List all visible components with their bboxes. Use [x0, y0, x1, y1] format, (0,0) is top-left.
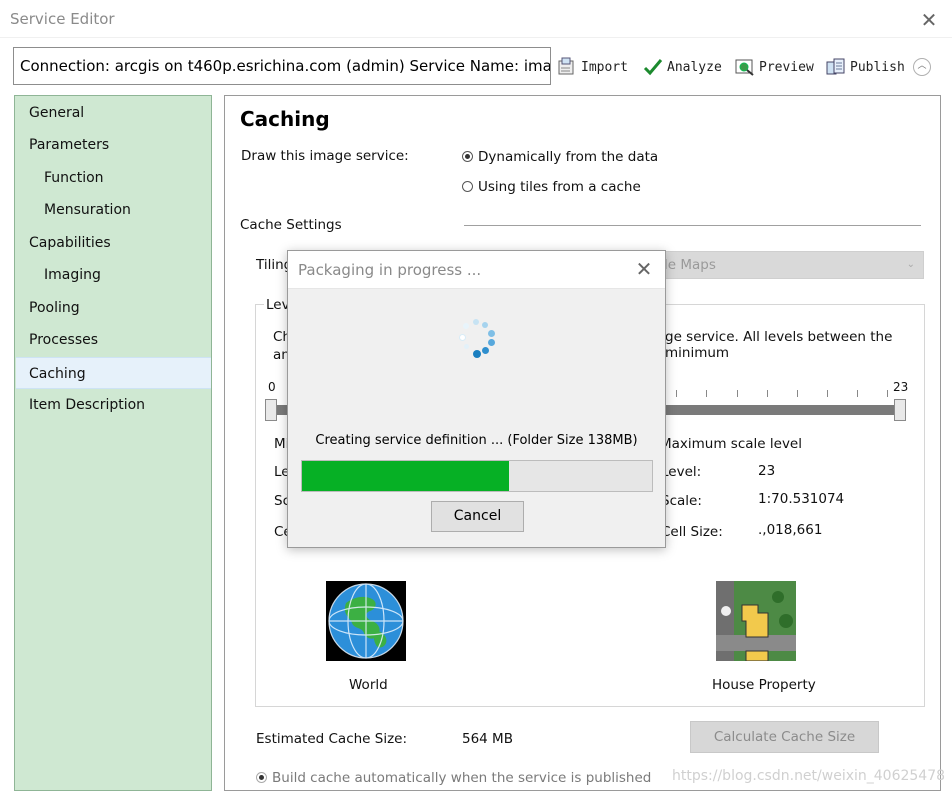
build-cache-radio-icon[interactable]: [256, 772, 267, 783]
max-cellsize-value: .,018,661: [758, 522, 823, 538]
slider-max-handle[interactable]: [894, 399, 906, 421]
tick: [887, 390, 888, 397]
sidebar-item-parameters[interactable]: Parameters: [16, 129, 211, 161]
max-scale-label: Maximum scale level: [660, 436, 802, 452]
tick: [797, 390, 798, 397]
close-icon[interactable]: ✕: [916, 8, 942, 32]
sidebar-item-pooling[interactable]: Pooling: [16, 292, 211, 324]
dialog-status-text: Creating service definition ... (Folder …: [315, 433, 638, 448]
preview-icon: [735, 57, 755, 77]
estimated-size-value: 564 MB: [462, 731, 513, 747]
publish-button[interactable]: Publish: [826, 55, 905, 79]
max-scale-value: 1:70.531074: [758, 491, 845, 507]
slider-min-label: 0: [268, 380, 276, 394]
sidebar-item-mensuration[interactable]: Mensuration: [16, 194, 211, 226]
build-cache-label: Build cache automatically when the servi…: [272, 770, 652, 786]
house-property-image: [716, 581, 796, 662]
max-cellsize-label: Cell Size:: [661, 524, 723, 540]
world-globe-image: [326, 581, 406, 661]
dialog-close-icon[interactable]: ✕: [632, 257, 656, 281]
radio-selected-icon[interactable]: [462, 151, 473, 162]
sidebar-item-capabilities[interactable]: Capabilities: [16, 227, 211, 259]
checkmark-icon: [643, 57, 663, 77]
analyze-button[interactable]: Analyze: [643, 55, 722, 79]
connection-info: Connection: arcgis on t460p.esrichina.co…: [13, 47, 551, 85]
analyze-label: Analyze: [667, 59, 722, 75]
radio-tiles-label: Using tiles from a cache: [478, 179, 641, 195]
sidebar-item-function[interactable]: Function: [16, 162, 211, 194]
house-caption: House Property: [712, 677, 816, 693]
window-title: Service Editor: [10, 10, 115, 28]
max-level-label: Level:: [661, 464, 702, 480]
tick: [737, 390, 738, 397]
cache-settings-label: Cache Settings: [240, 217, 342, 233]
divider: [464, 225, 921, 226]
sidebar-item-caching[interactable]: Caching: [16, 357, 211, 389]
radio-dynamic[interactable]: Dynamically from the data: [462, 149, 658, 165]
tick: [767, 390, 768, 397]
watermark: https://blog.csdn.net/weixin_40625478: [672, 768, 946, 784]
radio-dynamic-label: Dynamically from the data: [478, 149, 659, 165]
import-label: Import: [581, 59, 628, 75]
sidebar-item-item-description[interactable]: Item Description: [16, 389, 211, 421]
dialog-title: Packaging in progress ...: [298, 261, 482, 279]
import-button[interactable]: Import: [557, 55, 628, 79]
page-title: Caching: [240, 107, 330, 131]
estimated-size-label: Estimated Cache Size:: [256, 731, 408, 747]
packaging-dialog: Packaging in progress ... ✕ Creating ser…: [287, 250, 666, 548]
draw-label: Draw this image service:: [241, 148, 409, 164]
sidebar: General Parameters Function Mensuration …: [14, 95, 212, 791]
progress-fill: [302, 461, 509, 491]
packaging-progress-bar: [301, 460, 653, 492]
radio-tiles[interactable]: Using tiles from a cache: [462, 179, 641, 195]
sidebar-item-general[interactable]: General: [16, 97, 211, 129]
build-cache-option[interactable]: Build cache automatically when the servi…: [256, 770, 651, 786]
loading-spinner-icon: [455, 319, 499, 363]
tiling-scheme-select[interactable]: le Maps ⌄: [657, 251, 924, 279]
tick: [827, 390, 828, 397]
tick: [706, 390, 707, 397]
world-caption: World: [349, 677, 388, 693]
preview-button[interactable]: Preview: [735, 55, 814, 79]
dialog-body: Creating service definition ... (Folder …: [288, 289, 665, 547]
max-scale-value-label: Scale:: [661, 493, 702, 509]
collapse-chevron-icon[interactable]: ︿: [913, 58, 931, 76]
preview-label: Preview: [759, 59, 814, 75]
title-bar: Service Editor ✕: [0, 0, 952, 38]
slider-max-label: 23: [893, 380, 909, 394]
tick: [676, 390, 677, 397]
sidebar-item-imaging[interactable]: Imaging: [16, 259, 211, 291]
sidebar-item-processes[interactable]: Processes: [16, 324, 211, 356]
tick: [857, 390, 858, 397]
radio-unselected-icon[interactable]: [462, 181, 473, 192]
chevron-down-icon: ⌄: [906, 259, 915, 270]
publish-label: Publish: [850, 59, 905, 75]
levels-desc-right: ge service. All levels between the minim…: [665, 329, 893, 361]
import-icon: [557, 57, 577, 77]
cancel-button[interactable]: Cancel: [431, 501, 524, 532]
dialog-title-bar: Packaging in progress ... ✕: [288, 251, 665, 289]
max-level-value: 23: [758, 463, 776, 479]
tiling-scheme-value: le Maps: [664, 257, 716, 273]
slider-min-handle[interactable]: [265, 399, 277, 421]
publish-icon: [826, 57, 846, 77]
calculate-cache-size-button[interactable]: Calculate Cache Size: [690, 721, 879, 753]
